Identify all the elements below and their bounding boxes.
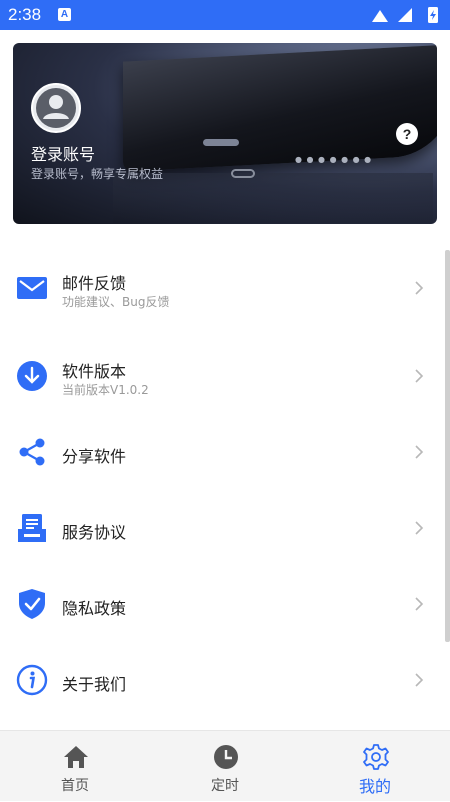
bottom-tab-bar: 首页 定时 我的 [0, 730, 450, 801]
menu-title: 邮件反馈 [62, 274, 127, 293]
tab-label: 我的 [358, 777, 391, 796]
menu-title: 分享软件 [62, 447, 127, 466]
document-icon [18, 514, 46, 542]
status-time: 2:38 [8, 5, 42, 24]
info-icon [16, 664, 48, 696]
menu-subtitle: 当前版本V1.0.2 [62, 383, 149, 397]
status-bar: 2:38 A [0, 0, 450, 30]
wifi-icon [372, 10, 388, 22]
tab-home[interactable]: 首页 [0, 731, 150, 802]
chevron-right-icon [415, 445, 424, 459]
signal-icon [398, 8, 412, 22]
chevron-right-icon [415, 369, 424, 383]
chevron-right-icon [415, 673, 424, 687]
menu-item-privacy-policy[interactable]: 隐私政策 [0, 574, 440, 634]
home-icon [64, 746, 88, 768]
share-icon [19, 438, 45, 466]
tab-label: 首页 [61, 778, 89, 794]
chevron-right-icon [415, 281, 424, 295]
mail-icon [17, 277, 47, 299]
menu-title: 服务协议 [62, 523, 127, 542]
system-status-icons [372, 7, 438, 23]
login-title[interactable]: 登录账号 [31, 141, 95, 165]
chevron-right-icon [415, 597, 424, 611]
menu-title: 软件版本 [62, 362, 127, 381]
user-icon [36, 88, 76, 128]
tab-label: 定时 [211, 778, 239, 794]
menu-item-email-feedback[interactable]: 邮件反馈 功能建议、Bug反馈 [0, 258, 440, 318]
avatar[interactable] [31, 83, 81, 133]
menu-item-share[interactable]: 分享软件 [0, 422, 440, 482]
download-icon [17, 361, 47, 391]
clock-icon [214, 745, 238, 769]
menu-title: 关于我们 [62, 675, 127, 694]
notification-icon: A [58, 8, 71, 21]
tab-mine[interactable]: 我的 [300, 731, 450, 802]
shield-check-icon [19, 589, 45, 619]
help-icon[interactable]: ? [396, 123, 418, 145]
banner-phone-image [123, 44, 437, 172]
menu-item-service-agreement[interactable]: 服务协议 [0, 498, 440, 558]
menu-subtitle: 功能建议、Bug反馈 [62, 295, 170, 309]
chevron-right-icon [415, 521, 424, 535]
gear-icon [363, 744, 389, 770]
menu-item-version[interactable]: 软件版本 当前版本V1.0.2 [0, 346, 440, 406]
menu-item-about-us[interactable]: 关于我们 [0, 650, 440, 710]
scrollbar[interactable] [445, 250, 450, 642]
login-subtitle: 登录账号，畅享专属权益 [31, 167, 164, 181]
profile-banner[interactable]: ● ● ● ● ● ● ● 登录账号 登录账号，畅享专属权益 ? [13, 43, 437, 224]
tab-timer[interactable]: 定时 [150, 731, 300, 802]
menu-title: 隐私政策 [62, 599, 127, 618]
